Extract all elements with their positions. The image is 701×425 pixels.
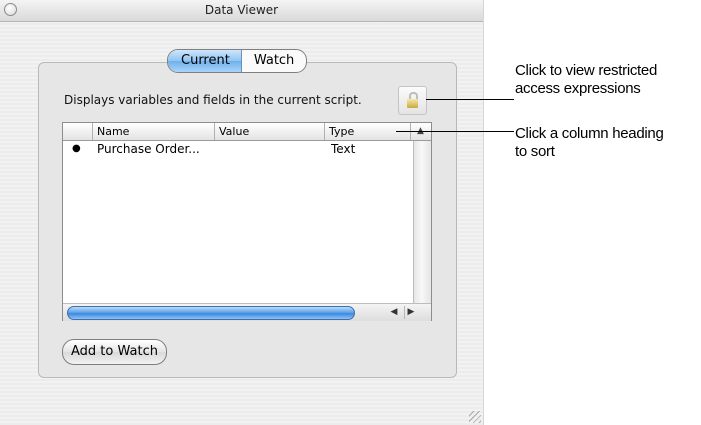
table-row[interactable]: ● Purchase Order... Text — [63, 141, 411, 157]
lock-button[interactable] — [398, 86, 427, 115]
scroll-right-icon[interactable]: ▶ — [404, 306, 417, 319]
resize-grip-icon[interactable] — [469, 411, 481, 423]
title-bar[interactable]: Data Viewer — [0, 0, 483, 22]
row-type: Text — [331, 142, 356, 156]
column-header-bullet[interactable] — [63, 123, 93, 140]
add-to-watch-button[interactable]: Add to Watch — [62, 339, 167, 365]
sort-callout-line — [396, 131, 514, 132]
lock-body — [407, 99, 418, 108]
lock-callout-line2: access expressions — [515, 80, 641, 97]
lock-callout-line1: Click to view restricted — [515, 62, 658, 79]
view-tabs: Current Watch — [167, 49, 308, 73]
column-header-value[interactable]: Value — [215, 123, 325, 140]
scroll-left-icon[interactable]: ◀ — [388, 306, 400, 319]
row-name: Purchase Order... — [97, 142, 200, 156]
sort-callout-line1: Click a column heading — [515, 125, 664, 142]
row-bullet: ● — [72, 143, 81, 154]
variables-table: Name Value Type ▲ ● Purchase Order... Te… — [62, 122, 432, 321]
table-header: Name Value Type ▲ — [63, 123, 431, 141]
tab-watch[interactable]: Watch — [242, 50, 306, 72]
panel-description: Displays variables and fields in the cur… — [64, 93, 362, 107]
horizontal-scroll-thumb[interactable] — [67, 306, 355, 320]
horizontal-scrollbar[interactable]: ◀ ▶ — [63, 303, 431, 321]
sort-callout-text: Click a column heading to sort — [515, 125, 664, 161]
sort-callout-line2: to sort — [515, 143, 555, 160]
tab-current[interactable]: Current — [168, 50, 242, 72]
window-title: Data Viewer — [204, 3, 279, 17]
lock-callout-text: Click to view restricted access expressi… — [515, 62, 657, 98]
lock-callout-line — [426, 99, 514, 100]
data-viewer-window: Data Viewer Current Watch Displays varia… — [0, 0, 484, 425]
column-header-name[interactable]: Name — [93, 123, 215, 140]
vertical-scrollbar[interactable] — [413, 141, 431, 303]
